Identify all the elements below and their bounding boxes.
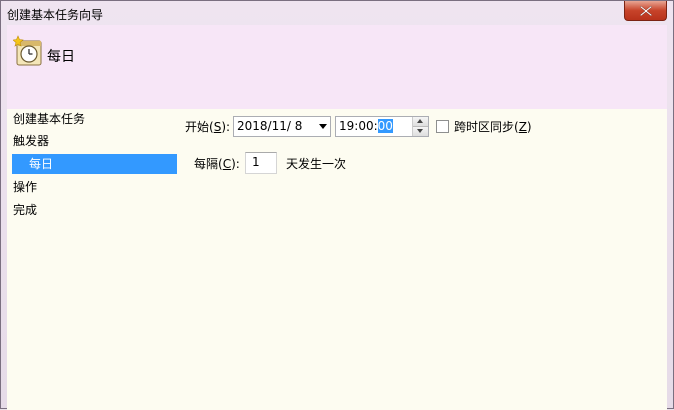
start-date-picker[interactable]: 2018/11/ 8: [233, 116, 331, 137]
nav-item-trigger[interactable]: 触发器: [13, 131, 49, 151]
nav-item-daily[interactable]: 每日: [12, 154, 177, 174]
time-spin-up-button[interactable]: [413, 117, 428, 127]
recur-days-value: 1: [252, 155, 260, 169]
close-icon: [639, 5, 652, 16]
calendar-clock-icon: [13, 35, 42, 66]
chevron-down-icon[interactable]: [319, 124, 327, 129]
start-label: 开始(S):: [185, 120, 231, 134]
wizard-window: 创建基本任务向导 每日 创建基本任务 触发器 每日 操作 完成 开始(S): 2…: [0, 0, 674, 410]
arrow-up-icon: [417, 119, 423, 123]
time-spin-down-button[interactable]: [413, 127, 428, 136]
recur-label: 每隔(C):: [194, 157, 240, 171]
sync-timezone-checkbox[interactable]: [436, 120, 449, 133]
wizard-content: 创建基本任务 触发器 每日 操作 完成 开始(S): 2018/11/ 8 19…: [7, 109, 667, 410]
start-time-input[interactable]: 19:00:00: [335, 116, 429, 137]
nav-item-finish[interactable]: 完成: [13, 200, 37, 220]
start-time-value: 19:00:00: [339, 119, 393, 133]
title-bar[interactable]: 创建基本任务向导: [1, 1, 673, 25]
window-title: 创建基本任务向导: [7, 8, 104, 22]
page-title: 每日: [47, 49, 75, 65]
sync-timezone-label[interactable]: 跨时区同步(Z): [454, 118, 532, 136]
recur-days-input[interactable]: 1: [245, 152, 277, 174]
wizard-header: 每日: [7, 25, 667, 110]
wizard-steps-nav: 创建基本任务 触发器 每日 操作 完成: [7, 109, 177, 410]
recur-unit-label: 天发生一次: [286, 157, 347, 171]
start-date-value: 2018/11/ 8: [237, 119, 303, 133]
nav-item-create-basic-task[interactable]: 创建基本任务: [13, 109, 85, 129]
arrow-down-icon: [417, 129, 423, 133]
time-spinner[interactable]: [412, 117, 428, 136]
trigger-form: 开始(S): 2018/11/ 8 19:00:00 跨时区同步(Z) 每隔(C…: [177, 109, 667, 410]
close-button[interactable]: [624, 1, 667, 21]
nav-item-action[interactable]: 操作: [13, 177, 37, 197]
